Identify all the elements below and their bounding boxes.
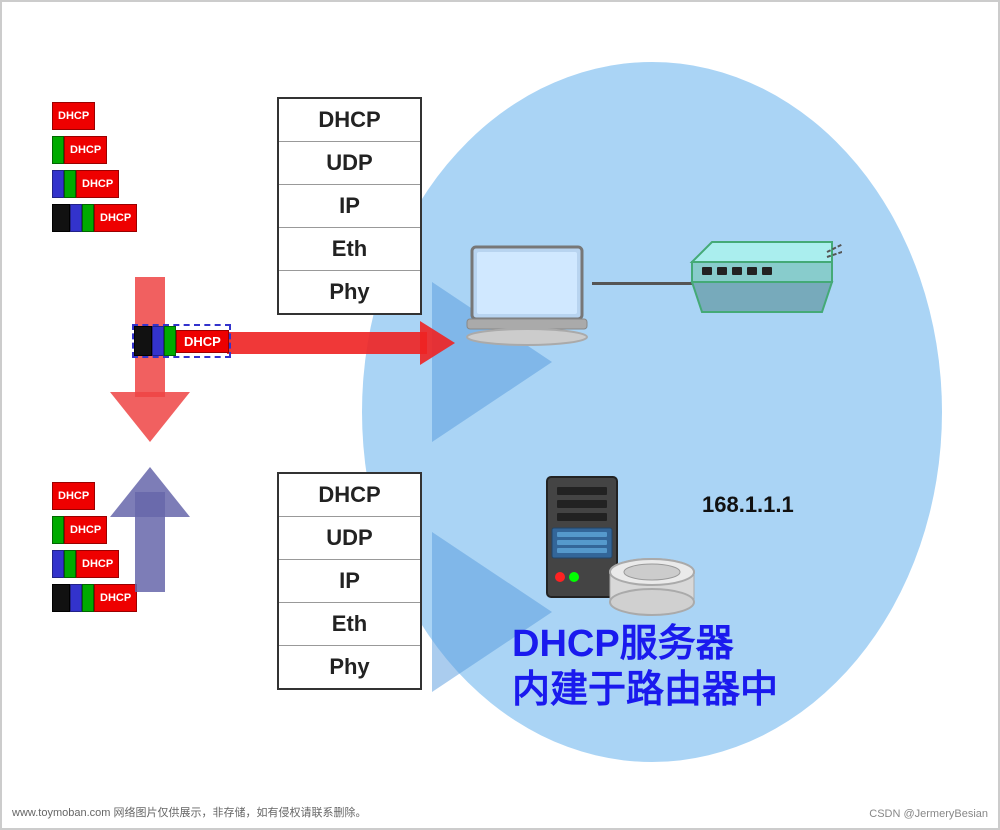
bot-seg-ip-3	[52, 550, 64, 578]
top-packet-row-2: DHCP	[52, 136, 137, 164]
send-seg-udp	[164, 326, 176, 356]
ip-address-label: 168.1.1.1	[702, 492, 794, 518]
top-packet-row-3: DHCP	[52, 170, 137, 198]
bot-seg-dhcp-1: DHCP	[52, 482, 95, 510]
bot-seg-dhcp-3: DHCP	[76, 550, 119, 578]
packet-sending: DHCP	[132, 324, 231, 358]
top-packet-row-1: DHCP	[52, 102, 137, 130]
network-switch	[682, 232, 842, 312]
top-layer-udp: UDP	[279, 142, 420, 185]
bot-seg-udp-3	[64, 550, 76, 578]
bot-seg-eth-4	[52, 584, 70, 612]
bot-seg-dhcp-2: DHCP	[64, 516, 107, 544]
top-layer-phy: Phy	[279, 271, 420, 313]
bottom-layer-phy: Phy	[279, 646, 420, 688]
conn-line-laptop-switch	[592, 282, 692, 285]
top-seg-dhcp-4: DHCP	[94, 204, 137, 232]
bottom-protocol-stack: DHCP UDP IP Eth Phy	[277, 472, 422, 690]
dhcp-server-label-line2: 内建于路由器中	[512, 668, 778, 714]
bot-seg-udp-4	[82, 584, 94, 612]
top-layer-ip: IP	[279, 185, 420, 228]
arrow-right-body	[227, 332, 427, 354]
arrow-down-head	[110, 392, 190, 442]
bot-seg-dhcp-4: DHCP	[94, 584, 137, 612]
send-seg-ip	[152, 326, 164, 356]
bottom-layer-ip: IP	[279, 560, 420, 603]
top-packet-row-4: DHCP	[52, 204, 137, 232]
top-seg-udp-4	[82, 204, 94, 232]
dhcp-server-label-line1: DHCP服务器	[512, 622, 778, 668]
top-seg-dhcp-3: DHCP	[76, 170, 119, 198]
send-seg-eth	[134, 326, 152, 356]
bot-seg-udp-2	[52, 516, 64, 544]
top-seg-ip-4	[70, 204, 82, 232]
top-seg-dhcp-2: DHCP	[64, 136, 107, 164]
top-seg-udp-3	[64, 170, 76, 198]
send-seg-dhcp: DHCP	[176, 330, 229, 353]
server-group	[542, 472, 702, 627]
bot-seg-ip-4	[70, 584, 82, 612]
bot-packet-row-2: DHCP	[52, 516, 137, 544]
watermark-left: www.toymoban.com 网络图片仅供展示，非存储，如有侵权请联系删除。	[12, 804, 366, 820]
top-packets-group: DHCP DHCP DHCP DHCP	[52, 102, 137, 232]
bot-packet-row-4: DHCP	[52, 584, 137, 612]
top-seg-eth-4	[52, 204, 70, 232]
laptop	[462, 242, 592, 352]
arrow-right-head	[420, 321, 455, 365]
bottom-layer-udp: UDP	[279, 517, 420, 560]
top-layer-eth: Eth	[279, 228, 420, 271]
bottom-layer-eth: Eth	[279, 603, 420, 646]
bottom-layer-dhcp: DHCP	[279, 474, 420, 517]
arrow-up-head	[110, 467, 190, 517]
top-layer-dhcp: DHCP	[279, 99, 420, 142]
bot-packet-row-3: DHCP	[52, 550, 137, 578]
top-protocol-stack: DHCP UDP IP Eth Phy	[277, 97, 422, 315]
top-seg-ip-3	[52, 170, 64, 198]
dhcp-server-label: DHCP服务器 内建于路由器中	[512, 622, 778, 713]
top-seg-udp-2	[52, 136, 64, 164]
watermark-right: CSDN @JermeryBesian	[869, 808, 988, 820]
top-seg-dhcp-1: DHCP	[52, 102, 95, 130]
